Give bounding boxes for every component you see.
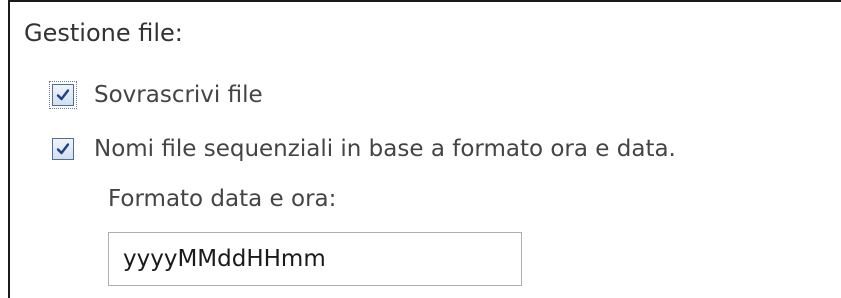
section-title: Gestione file: [24,19,183,47]
check-icon [56,143,70,155]
overwrite-checkbox[interactable] [49,81,77,109]
date-format-label: Formato data e ora: [108,186,337,212]
sequential-option: Nomi file sequenziali in base a formato … [52,134,676,164]
overwrite-label[interactable]: Sovrascrivi file [94,80,263,110]
date-format-input[interactable] [108,232,522,286]
focus-ring [49,81,77,109]
overwrite-option: Sovrascrivi file [49,80,263,110]
file-management-panel: Gestione file: Sovrascrivi file Nomi fil… [8,0,841,298]
sequential-checkbox[interactable] [52,138,74,160]
sequential-label[interactable]: Nomi file sequenziali in base a formato … [94,134,676,164]
